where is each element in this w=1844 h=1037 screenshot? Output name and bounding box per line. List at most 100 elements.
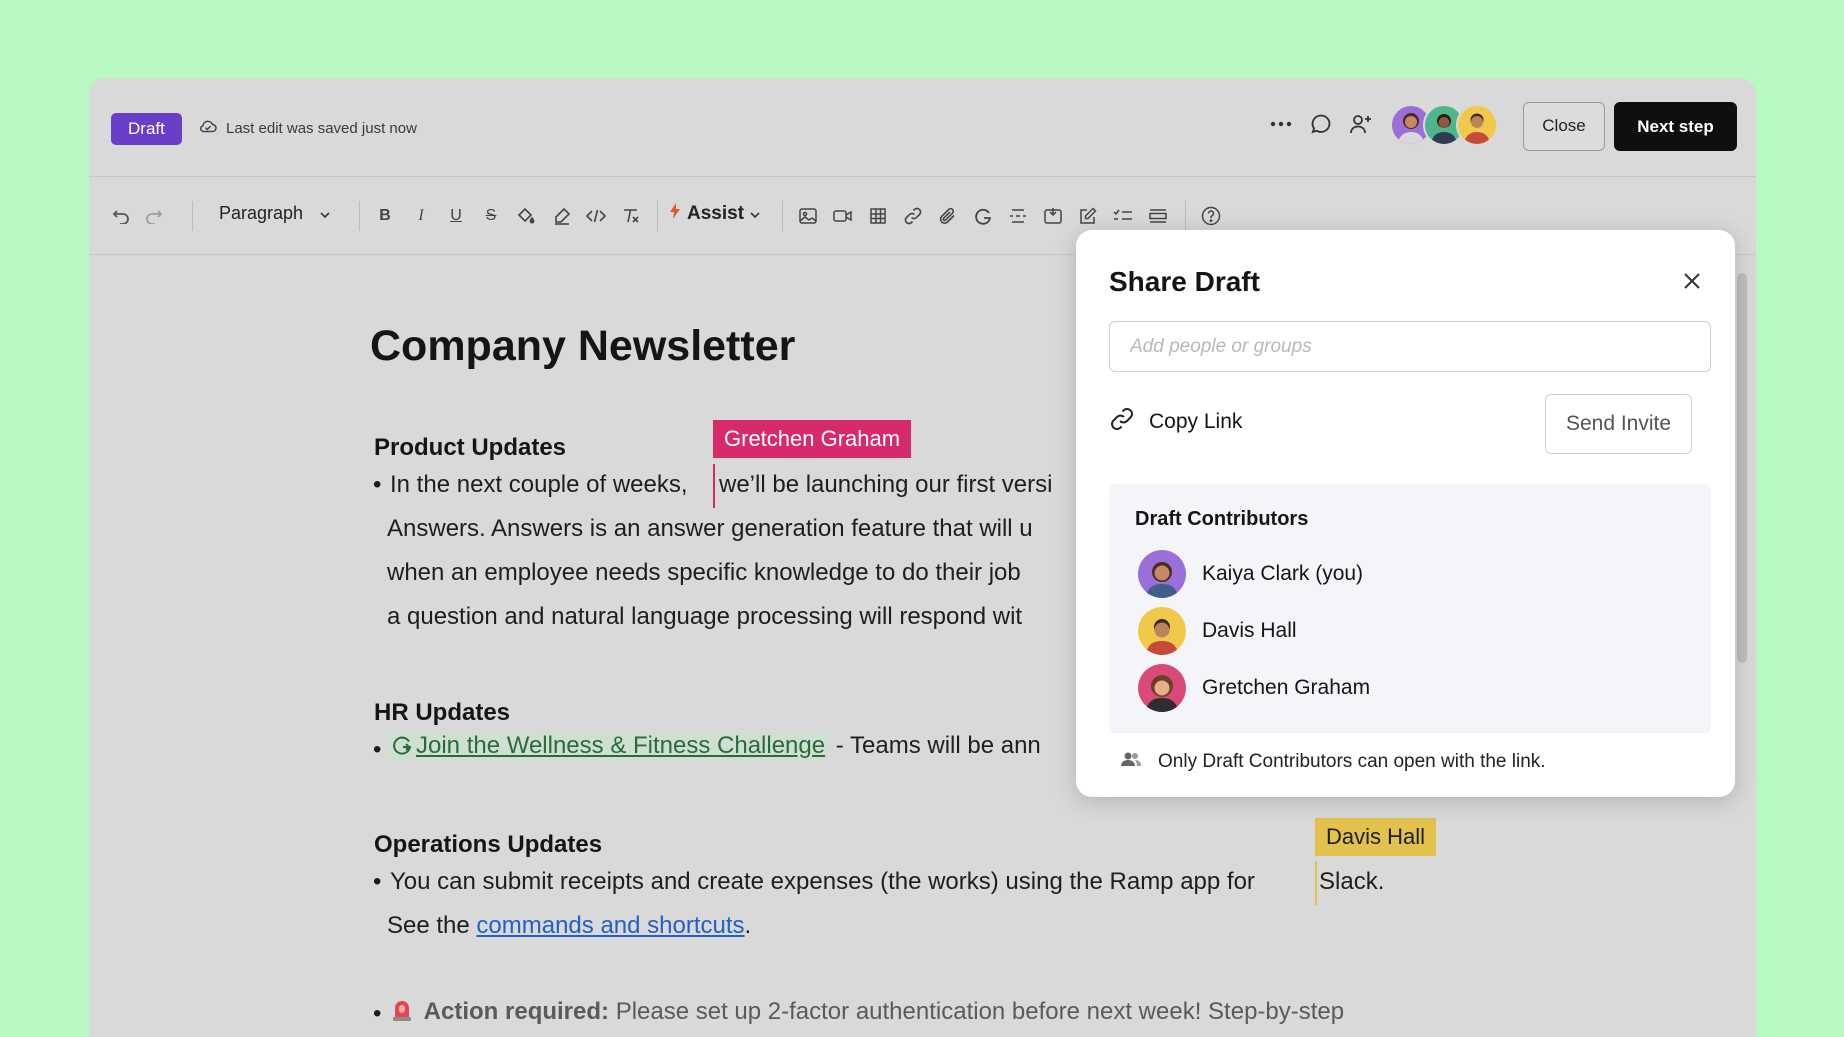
wellness-challenge-text: Join the Wellness & Fitness Challenge bbox=[416, 732, 826, 759]
bullet: • bbox=[373, 868, 382, 895]
chevron-down-icon bbox=[320, 203, 330, 223]
image-icon[interactable] bbox=[796, 203, 820, 229]
text-span: . bbox=[744, 912, 752, 939]
people-icon bbox=[1120, 751, 1142, 773]
bold-icon[interactable]: B bbox=[374, 203, 396, 229]
collaborator-avatars[interactable] bbox=[1390, 104, 1498, 146]
lightning-icon bbox=[669, 203, 681, 225]
copy-link-label: Copy Link bbox=[1149, 410, 1243, 433]
collapse-icon[interactable] bbox=[1146, 203, 1170, 229]
dialog-title: Share Draft bbox=[1109, 266, 1260, 297]
divider-icon[interactable] bbox=[1006, 203, 1030, 229]
hr-line: Join the Wellness & Fitness Challenge - … bbox=[387, 732, 1041, 763]
save-status: Last edit was saved just now bbox=[199, 119, 417, 137]
grammarly-icon[interactable] bbox=[971, 203, 995, 229]
action-text: Please set up 2-factor authentication be… bbox=[615, 998, 1345, 1025]
toolbar-divider bbox=[192, 201, 193, 231]
text-line: a question and natural language processi… bbox=[387, 603, 1023, 630]
contributor-name: Kaiya Clark (you) bbox=[1202, 562, 1364, 585]
redo-icon[interactable] bbox=[142, 203, 166, 229]
toolbar-divider bbox=[359, 201, 360, 231]
table-icon[interactable] bbox=[866, 203, 890, 229]
embed-icon[interactable] bbox=[1041, 203, 1065, 229]
wellness-challenge-link[interactable]: Join the Wellness & Fitness Challenge bbox=[387, 732, 830, 763]
link-icon bbox=[1109, 406, 1135, 438]
italic-icon[interactable]: I bbox=[410, 203, 432, 229]
help-icon[interactable] bbox=[1199, 203, 1223, 229]
avatar bbox=[1138, 550, 1186, 598]
undo-icon[interactable] bbox=[109, 203, 133, 229]
document-title[interactable]: Company Newsletter bbox=[370, 322, 795, 371]
action-line: Action required: Please set up 2-factor … bbox=[391, 997, 1344, 1028]
code-icon[interactable] bbox=[584, 203, 608, 229]
action-label: Action required: bbox=[423, 998, 610, 1025]
strikethrough-icon[interactable]: S bbox=[480, 203, 502, 229]
contributor-row[interactable]: Gretchen Graham bbox=[1138, 664, 1370, 712]
section-heading: Product Updates bbox=[374, 434, 567, 461]
avatar bbox=[1138, 664, 1186, 712]
checklist-icon[interactable] bbox=[1111, 203, 1135, 229]
editor-header: Draft Last edit was saved just now Close… bbox=[89, 78, 1756, 177]
collaborator-cursor bbox=[713, 464, 715, 508]
contributors-heading: Draft Contributors bbox=[1135, 508, 1309, 530]
send-invite-button[interactable]: Send Invite bbox=[1545, 394, 1692, 454]
grammarly-icon bbox=[391, 734, 413, 763]
text-line: You can submit receipts and create expen… bbox=[390, 868, 1255, 895]
hr-rest-text: - Teams will be ann bbox=[835, 732, 1041, 759]
more-options-icon[interactable] bbox=[1269, 112, 1293, 136]
save-status-text: Last edit was saved just now bbox=[226, 119, 417, 137]
section-heading: HR Updates bbox=[374, 699, 511, 726]
cursor-label-gretchen: Gretchen Graham bbox=[713, 420, 912, 458]
cloud-check-icon bbox=[199, 119, 217, 137]
text-line: we’ll be launching our first versi bbox=[719, 471, 1053, 498]
add-people-input[interactable] bbox=[1109, 321, 1711, 372]
bullet: • bbox=[373, 1000, 382, 1027]
access-note-text: Only Draft Contributors can open with th… bbox=[1158, 751, 1546, 772]
next-step-button[interactable]: Next step bbox=[1614, 102, 1737, 151]
contributor-name: Davis Hall bbox=[1202, 619, 1297, 642]
share-draft-dialog: Share Draft Copy Link Send Invite Draft … bbox=[1076, 230, 1735, 797]
contributor-row[interactable]: Davis Hall bbox=[1138, 607, 1297, 655]
paragraph-style-label: Paragraph bbox=[219, 203, 304, 223]
close-icon[interactable] bbox=[1679, 268, 1705, 294]
text-line: In the next couple of weeks, bbox=[390, 471, 688, 498]
assist-button[interactable]: Assist bbox=[669, 203, 760, 225]
toolbar-divider bbox=[782, 201, 783, 231]
text-line: Answers. Answers is an answer generation… bbox=[387, 515, 1033, 542]
toolbar-divider bbox=[1185, 201, 1186, 231]
siren-icon bbox=[391, 997, 413, 1028]
add-person-icon[interactable] bbox=[1349, 112, 1373, 136]
bullet: • bbox=[373, 736, 382, 763]
avatar bbox=[1138, 607, 1186, 655]
copy-link-button[interactable]: Copy Link bbox=[1109, 406, 1242, 438]
clear-format-icon[interactable] bbox=[619, 203, 643, 229]
ops-line-2: See the commands and shortcuts. bbox=[387, 912, 751, 940]
text-line: when an employee needs specific knowledg… bbox=[387, 559, 1021, 586]
section-heading: Operations Updates bbox=[374, 831, 603, 858]
access-note: Only Draft Contributors can open with th… bbox=[1120, 751, 1546, 773]
contributors-panel: Draft Contributors Kaiya Clark (you) Dav… bbox=[1109, 484, 1711, 733]
toolbar-divider bbox=[657, 201, 658, 231]
underline-icon[interactable]: U bbox=[445, 203, 467, 229]
header-actions bbox=[1269, 112, 1373, 136]
avatar bbox=[1456, 104, 1498, 146]
commands-shortcuts-link[interactable]: commands and shortcuts bbox=[476, 912, 744, 939]
video-icon[interactable] bbox=[831, 203, 855, 229]
collaborator-cursor bbox=[1315, 861, 1317, 905]
chevron-down-icon bbox=[750, 203, 760, 225]
text-color-icon[interactable] bbox=[514, 203, 538, 229]
bullet: • bbox=[373, 471, 382, 498]
highlight-icon[interactable] bbox=[550, 203, 574, 229]
comment-icon[interactable] bbox=[1309, 112, 1333, 136]
vertical-scrollbar[interactable] bbox=[1737, 273, 1747, 663]
text-line: Slack. bbox=[1319, 868, 1385, 895]
attachment-icon[interactable] bbox=[936, 203, 960, 229]
paragraph-style-select[interactable]: Paragraph bbox=[219, 203, 330, 224]
link-icon[interactable] bbox=[901, 203, 925, 229]
contributor-name: Gretchen Graham bbox=[1202, 676, 1371, 699]
close-button[interactable]: Close bbox=[1523, 102, 1605, 151]
contributor-row[interactable]: Kaiya Clark (you) bbox=[1138, 550, 1363, 598]
status-badge: Draft bbox=[111, 113, 182, 145]
edit-icon[interactable] bbox=[1076, 203, 1100, 229]
cursor-label-davis: Davis Hall bbox=[1315, 818, 1437, 856]
